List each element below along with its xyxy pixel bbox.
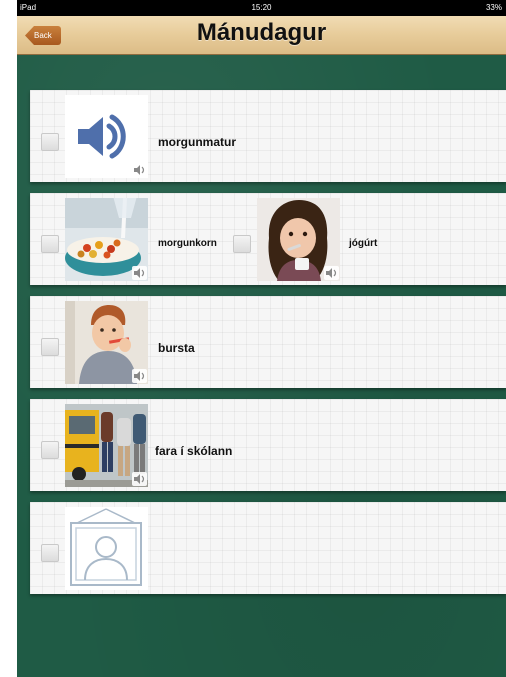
- activity-label: morgunkorn: [158, 238, 217, 249]
- sound-icon[interactable]: [132, 369, 147, 383]
- activity-label: jógúrt: [349, 238, 378, 249]
- schedule-board: morgunmatur morgunkorn jógúrt bursta far…: [17, 55, 506, 677]
- empty-portrait-frame-icon[interactable]: [65, 507, 148, 590]
- schedule-row: morgunkorn jógúrt: [30, 193, 506, 285]
- row-checkbox[interactable]: [41, 441, 59, 459]
- boy-brushing-teeth-photo[interactable]: [65, 301, 148, 384]
- sound-icon[interactable]: [324, 266, 339, 280]
- schedule-row: [30, 502, 506, 594]
- row-checkbox[interactable]: [233, 235, 251, 253]
- navigation-bar: Back Mánudagur: [17, 16, 506, 55]
- activity-label: fara í skólann: [155, 444, 233, 458]
- speaker-icon[interactable]: [65, 95, 148, 178]
- girl-eating-yogurt-photo[interactable]: [257, 198, 340, 281]
- row-checkbox[interactable]: [41, 133, 59, 151]
- clock: 15:20: [251, 3, 272, 12]
- status-bar: iPad 15:20 33%: [17, 0, 506, 16]
- row-checkbox[interactable]: [41, 338, 59, 356]
- page-title: Mánudagur: [196, 19, 327, 46]
- row-checkbox[interactable]: [41, 235, 59, 253]
- battery-level: 33%: [485, 3, 502, 12]
- row-checkbox[interactable]: [41, 544, 59, 562]
- sound-icon[interactable]: [132, 163, 147, 177]
- ipad-screen: iPad 15:20 33% Back Mánudagur morgunmatu…: [17, 0, 506, 677]
- cereal-photo[interactable]: [65, 198, 148, 281]
- activity-label: bursta: [158, 341, 195, 355]
- schedule-row: bursta: [30, 296, 506, 388]
- sound-icon[interactable]: [132, 472, 147, 486]
- activity-label: morgunmatur: [158, 135, 236, 149]
- school-bus-photo[interactable]: [65, 404, 148, 487]
- schedule-row: fara í skólann: [30, 399, 506, 491]
- schedule-row: morgunmatur: [30, 90, 506, 182]
- sound-icon[interactable]: [132, 266, 147, 280]
